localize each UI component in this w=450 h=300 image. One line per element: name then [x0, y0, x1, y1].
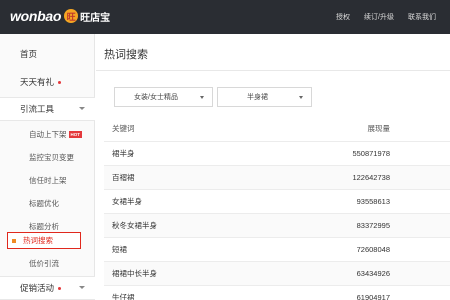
- table-row[interactable]: 百褶裙 122642738: [104, 165, 450, 190]
- table-row[interactable]: 女裙半身 93558613: [104, 189, 450, 214]
- sidebar-subitem-label: 热词搜索: [23, 236, 53, 245]
- sidebar-item-label: 引流工具: [20, 104, 55, 114]
- page-title: 热词搜索: [104, 49, 148, 61]
- sidebar-subitem-label: 自动上下架: [29, 129, 67, 139]
- active-indicator-icon: [12, 238, 16, 243]
- topnav-contact[interactable]: 联系我们: [408, 12, 436, 22]
- keyword-cell: 裙半身: [104, 141, 304, 166]
- sidebar-subitem-hot-words[interactable]: 热词搜索: [7, 232, 81, 249]
- sidebar-subitem-auto-listing[interactable]: 自动上下架 HOT: [0, 124, 95, 144]
- sidebar-item-daily-gift[interactable]: 天天有礼: [0, 70, 95, 94]
- logo-cn-text: 旺店宝: [80, 12, 111, 24]
- impressions-cell: 93558613: [304, 189, 450, 214]
- sidebar: 首页 天天有礼 引流工具 自动上下架 HOT 监控宝贝变更 信任时上架 标题优化…: [0, 34, 95, 300]
- sidebar-subitem-scheduled-listing[interactable]: 信任时上架: [0, 170, 95, 190]
- keyword-cell: 短裙: [104, 237, 304, 262]
- sidebar-subitem-label: 标题优化: [29, 198, 59, 208]
- impressions-cell: 122642738: [304, 165, 450, 190]
- sidebar-subitem-label: 标题分析: [29, 221, 59, 231]
- chevron-down-icon: [79, 286, 85, 289]
- column-header-impressions[interactable]: 展现量: [304, 117, 450, 142]
- keyword-cell: 百褶裙: [104, 165, 304, 190]
- sidebar-item-label: 天天有礼: [20, 77, 55, 87]
- keyword-cell: 女裙半身: [104, 189, 304, 214]
- column-header-keyword[interactable]: 关键词: [104, 117, 304, 142]
- keyword-cell: 裙裙中长半身: [104, 261, 304, 286]
- caret-down-icon: [299, 96, 303, 99]
- sidebar-subitem-label: 信任时上架: [29, 175, 67, 185]
- sidebar-item-traffic-tools[interactable]: 引流工具: [0, 97, 95, 121]
- logo-badge-icon: 旺: [64, 9, 79, 23]
- impressions-cell: 550871978: [304, 141, 450, 166]
- subcategory-select-value: 半身裙: [247, 94, 268, 101]
- logo[interactable]: wonbao 旺 旺店宝: [10, 8, 110, 24]
- top-nav: 授权 续订/升级 联系我们: [336, 12, 450, 22]
- table-row[interactable]: 短裙 72608048: [104, 237, 450, 262]
- divider: [96, 70, 450, 71]
- sidebar-subitem-label: 低价引流: [29, 258, 59, 268]
- logo-wordmark: wonbao: [10, 8, 62, 24]
- table-header-row: 关键词 展现量: [104, 117, 450, 142]
- caret-down-icon: [200, 96, 204, 99]
- table-row[interactable]: 裙半身 550871978: [104, 141, 450, 166]
- table-row[interactable]: 秋冬女裙半身 83372995: [104, 213, 450, 238]
- sidebar-item-home[interactable]: 首页: [0, 42, 95, 66]
- topnav-authorize[interactable]: 授权: [336, 12, 350, 22]
- new-dot-icon: [58, 80, 62, 84]
- sidebar-item-promotions[interactable]: 促销活动: [0, 276, 95, 300]
- sidebar-subitem-low-price[interactable]: 低价引流: [0, 253, 95, 273]
- sidebar-subitem-monitor[interactable]: 监控宝贝变更: [0, 147, 95, 167]
- category-select-value: 女装/女士精品: [134, 94, 178, 101]
- sidebar-subitem-label: 监控宝贝变更: [29, 152, 74, 162]
- main-content: 热词搜索 女装/女士精品 半身裙 关键词 展现量 裙半身 550871978 百…: [96, 34, 450, 300]
- category-select[interactable]: 女装/女士精品: [114, 87, 213, 107]
- top-bar: wonbao 旺 旺店宝 授权 续订/升级 联系我们: [0, 0, 450, 34]
- impressions-cell: 83372995: [304, 213, 450, 238]
- hot-badge: HOT: [68, 130, 82, 138]
- new-dot-icon: [58, 286, 62, 290]
- keyword-cell: 牛仔裙: [104, 285, 304, 300]
- topnav-renew[interactable]: 续订/升级: [364, 12, 394, 22]
- impressions-cell: 72608048: [304, 237, 450, 262]
- impressions-cell: 63434926: [304, 261, 450, 286]
- impressions-cell: 61904917: [304, 285, 450, 300]
- sidebar-item-label: 首页: [20, 49, 38, 59]
- chevron-down-icon: [79, 107, 85, 110]
- table-row[interactable]: 牛仔裙 61904917: [104, 285, 450, 300]
- subcategory-select[interactable]: 半身裙: [217, 87, 312, 107]
- sidebar-subitem-title-optimize[interactable]: 标题优化: [0, 193, 95, 213]
- sidebar-item-label: 促销活动: [20, 283, 55, 293]
- hot-words-table: 关键词 展现量 裙半身 550871978 百褶裙 122642738 女裙半身…: [104, 117, 450, 300]
- keyword-cell: 秋冬女裙半身: [104, 213, 304, 238]
- table-row[interactable]: 裙裙中长半身 63434926: [104, 261, 450, 286]
